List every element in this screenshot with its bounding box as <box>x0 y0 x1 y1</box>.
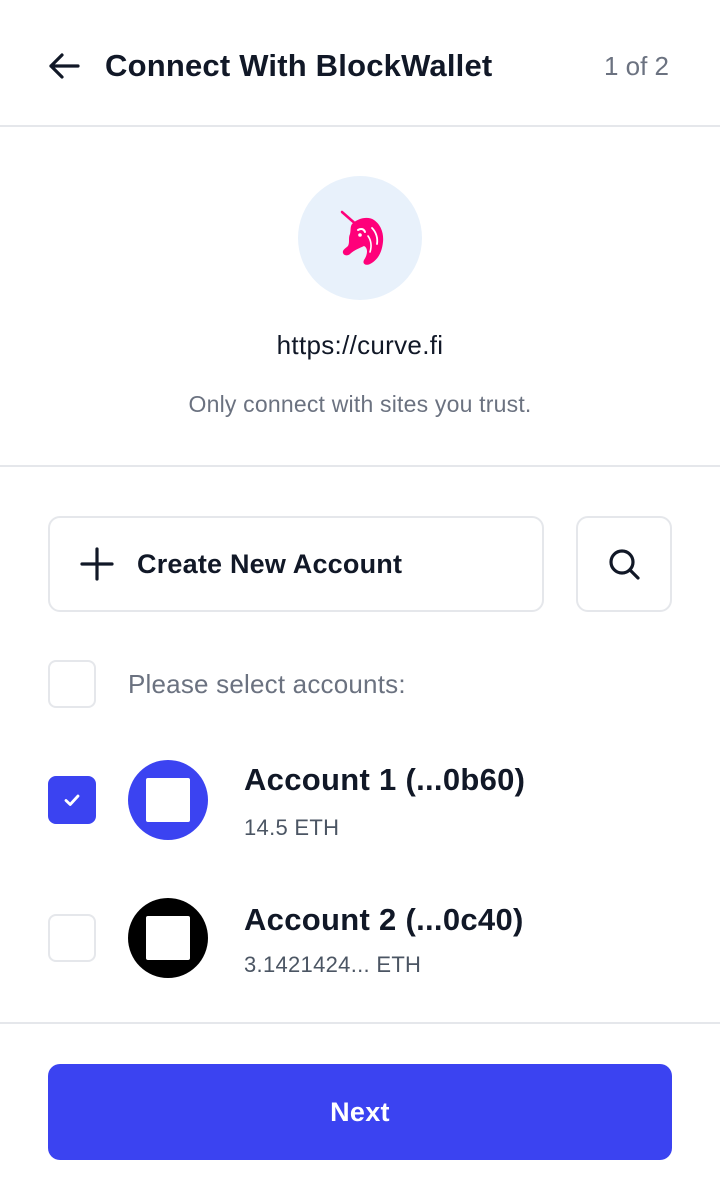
arrow-left-icon <box>49 53 80 79</box>
divider <box>0 465 720 467</box>
page-title: Connect With BlockWallet <box>105 48 493 83</box>
search-button[interactable] <box>576 516 672 612</box>
back-button[interactable] <box>42 44 86 88</box>
select-all-checkbox[interactable] <box>48 660 96 708</box>
site-logo <box>298 176 422 300</box>
create-new-account-label: Create New Account <box>137 548 403 579</box>
header: Connect With BlockWallet 1 of 2 <box>0 0 720 127</box>
account-1-checkbox[interactable] <box>48 776 96 824</box>
account-1-avatar <box>128 760 208 840</box>
divider <box>0 1022 720 1024</box>
select-accounts-label: Please select accounts: <box>128 669 406 699</box>
account-1-name: Account 1 (...0b60) <box>244 762 526 797</box>
search-icon <box>609 549 640 580</box>
create-new-account-button[interactable]: Create New Account <box>48 516 544 612</box>
account-2-balance: 3.1421424... ETH <box>244 952 422 977</box>
trust-note: Only connect with sites you trust. <box>188 391 532 417</box>
account-1-balance: 14.5 ETH <box>244 815 340 840</box>
step-indicator: 1 of 2 <box>603 51 669 81</box>
next-button[interactable]: Next <box>48 1064 672 1160</box>
uniswap-unicorn-icon <box>340 210 384 265</box>
plus-icon <box>79 546 115 582</box>
site-url: https://curve.fi <box>276 330 444 360</box>
account-2-checkbox[interactable] <box>48 914 96 962</box>
account-2-name: Account 2 (...0c40) <box>244 902 524 937</box>
check-icon <box>64 794 80 806</box>
account-2-avatar <box>128 898 208 978</box>
